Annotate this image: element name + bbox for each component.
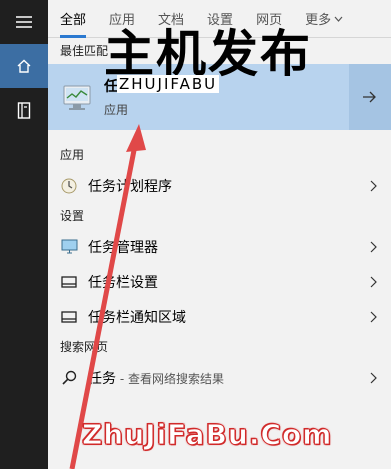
watermark-url: ZhuJiFaBu.Com [81,418,333,452]
watermark-subtitle: ZHUJIFABU [117,75,220,93]
watermark-title: 主机发布 [104,25,312,83]
